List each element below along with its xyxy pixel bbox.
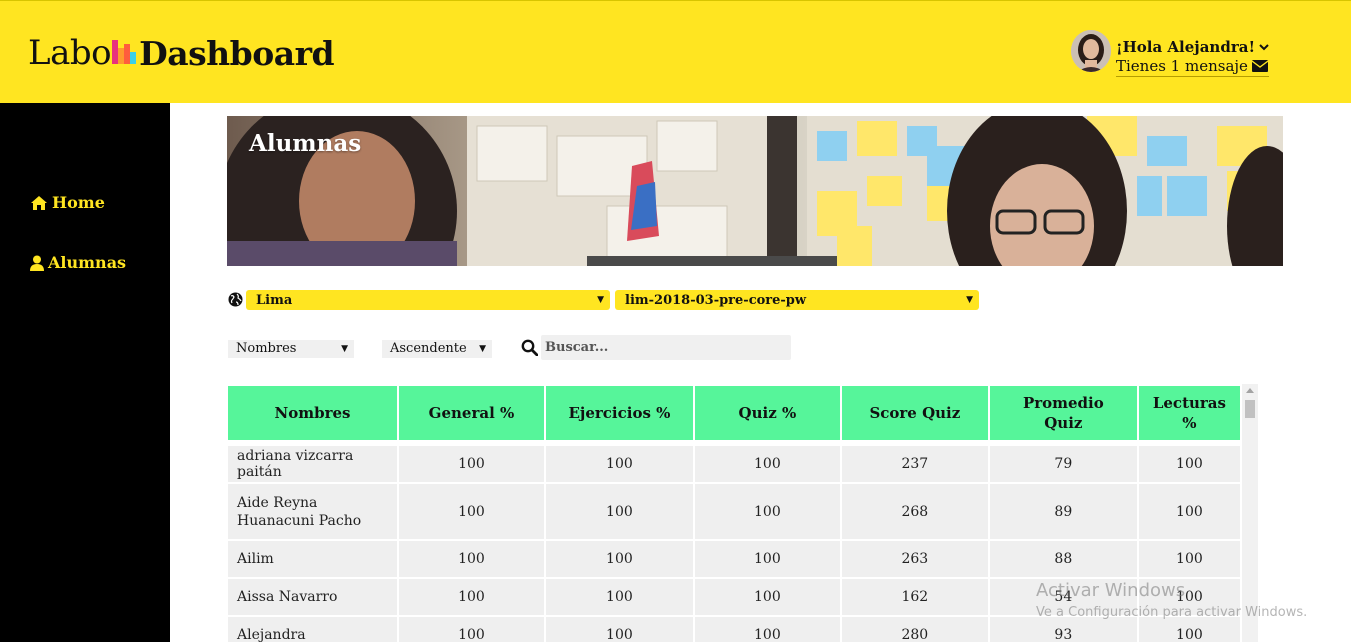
table-row[interactable]: Aide Reyna Huanacuni Pacho 100 100 100 2…: [228, 484, 1240, 539]
cell-general: 100: [398, 617, 544, 642]
cell-promedio: 89: [989, 484, 1137, 539]
sidebar-item-label: Home: [52, 193, 105, 212]
cell-quiz: 100: [694, 579, 840, 615]
sort-by-select[interactable]: Nombres ▼: [228, 340, 354, 358]
search-icon: [521, 339, 539, 357]
page-banner: Alumnas: [227, 116, 1283, 266]
home-icon: [31, 195, 47, 210]
cell-lecturas: 100: [1138, 484, 1240, 539]
avatar[interactable]: [1071, 30, 1111, 72]
cell-quiz: 100: [694, 541, 840, 577]
app-logo[interactable]: Labo Dashboard: [28, 31, 335, 75]
cell-name: adriana vizcarra paitán: [228, 446, 397, 482]
cell-name: Aissa Navarro: [228, 579, 397, 615]
logo-text-dashboard: Dashboard: [139, 33, 335, 73]
cell-score: 162: [841, 579, 988, 615]
page-title: Alumnas: [249, 130, 362, 157]
cohort-select-value: lim-2018-03-pre-core-pw: [625, 293, 807, 308]
chevron-down-icon[interactable]: [1259, 42, 1269, 52]
column-header-ejercicios[interactable]: Ejercicios %: [545, 386, 693, 440]
top-header: Labo Dashboard ¡Hola Alejandra! Tienes 1…: [0, 0, 1351, 103]
cell-score: 268: [841, 484, 988, 539]
order-value: Ascendente: [390, 341, 467, 356]
table-row[interactable]: adriana vizcarra paitán 100 100 100 237 …: [228, 446, 1240, 482]
cell-promedio: 88: [989, 541, 1137, 577]
sidebar-item-label: Alumnas: [48, 253, 127, 272]
user-icon: [30, 255, 44, 271]
column-header-nombres[interactable]: Nombres: [228, 386, 397, 440]
sidebar-item-alumnas[interactable]: Alumnas: [30, 253, 126, 272]
logo-text-labo: Labo: [28, 33, 112, 73]
cell-lecturas: 100: [1138, 541, 1240, 577]
sort-by-value: Nombres: [236, 341, 297, 356]
cell-general: 100: [398, 579, 544, 615]
chevron-down-icon: ▼: [597, 295, 604, 305]
cell-general: 100: [398, 446, 544, 482]
sede-select[interactable]: Lima ▼: [246, 290, 610, 310]
scroll-up-arrow-icon[interactable]: [1246, 388, 1254, 393]
user-menu[interactable]: ¡Hola Alejandra! Tienes 1 mensaje: [1071, 30, 1270, 77]
cell-ejercicios: 100: [545, 541, 693, 577]
messages-link[interactable]: Tienes 1 mensaje: [1116, 56, 1270, 77]
user-greeting[interactable]: ¡Hola Alejandra!: [1116, 38, 1269, 56]
cell-lecturas: 100: [1138, 446, 1240, 482]
column-header-score-quiz[interactable]: Score Quiz: [841, 386, 988, 440]
banner-photo: [227, 116, 1283, 266]
search-input[interactable]: [541, 335, 791, 360]
cell-general: 100: [398, 541, 544, 577]
cell-ejercicios: 100: [545, 446, 693, 482]
cell-quiz: 100: [694, 617, 840, 642]
messages-text: Tienes 1 mensaje: [1116, 57, 1248, 75]
scrollbar-thumb[interactable]: [1245, 400, 1255, 418]
cell-score: 280: [841, 617, 988, 642]
watermark-subtitle: Ve a Configuración para activar Windows.: [1036, 605, 1308, 620]
sidebar: Home Alumnas: [0, 103, 170, 642]
table-row[interactable]: Ailim 100 100 100 263 88 100: [228, 541, 1240, 577]
cell-name: Aide Reyna Huanacuni Pacho: [228, 484, 397, 539]
column-header-general[interactable]: General %: [398, 386, 544, 440]
order-select[interactable]: Ascendente ▼: [382, 340, 492, 358]
greeting-text: ¡Hola Alejandra!: [1116, 38, 1256, 56]
cell-general: 100: [398, 484, 544, 539]
cell-promedio: 79: [989, 446, 1137, 482]
chevron-down-icon: ▼: [341, 344, 348, 354]
windows-activation-watermark: Activar Windows Ve a Configuración para …: [1036, 580, 1307, 620]
envelope-icon: [1251, 60, 1268, 72]
globe-icon: [228, 292, 243, 307]
cell-quiz: 100: [694, 484, 840, 539]
cell-quiz: 100: [694, 446, 840, 482]
cohort-select[interactable]: lim-2018-03-pre-core-pw ▼: [615, 290, 979, 310]
cell-name: Ailim: [228, 541, 397, 577]
cell-ejercicios: 100: [545, 579, 693, 615]
sidebar-item-home[interactable]: Home: [30, 193, 105, 212]
watermark-title: Activar Windows: [1036, 580, 1186, 601]
chevron-down-icon: ▼: [966, 295, 973, 305]
sede-select-value: Lima: [256, 293, 293, 308]
logo-bars-icon: [112, 38, 137, 68]
cell-name: Alejandra: [228, 617, 397, 642]
cell-score: 263: [841, 541, 988, 577]
column-header-quiz[interactable]: Quiz %: [694, 386, 840, 440]
cell-ejercicios: 100: [545, 484, 693, 539]
table-row[interactable]: Alejandra 100 100 100 280 93 100: [228, 617, 1240, 642]
cell-score: 237: [841, 446, 988, 482]
column-header-promedio-quiz[interactable]: Promedio Quiz: [989, 386, 1137, 440]
cell-ejercicios: 100: [545, 617, 693, 642]
cell-promedio: 93: [989, 617, 1137, 642]
chevron-down-icon: ▼: [479, 344, 486, 354]
cell-lecturas: 100: [1138, 617, 1240, 642]
column-header-lecturas[interactable]: Lecturas %: [1138, 386, 1240, 440]
